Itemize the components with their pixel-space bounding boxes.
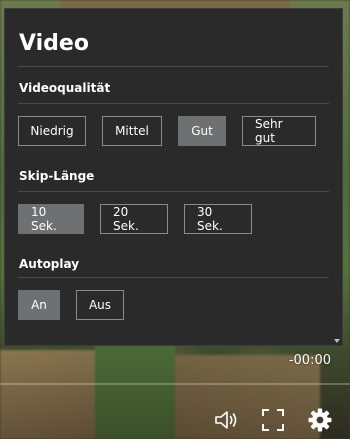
divider (18, 277, 329, 278)
settings-gear-icon-svg (308, 408, 332, 432)
video-frame-detail (95, 345, 175, 439)
time-remaining: -00:00 (288, 353, 331, 368)
section-title-videoqualitaet: Videoqualität (19, 81, 111, 95)
skip-option-30[interactable]: 30 Sek. (184, 204, 252, 234)
progress-bar[interactable] (0, 383, 350, 385)
divider (18, 103, 329, 104)
scroll-down-arrow-icon[interactable] (334, 339, 340, 343)
fullscreen-icon[interactable] (259, 406, 287, 434)
skip-option-10[interactable]: 10 Sek. (18, 204, 84, 234)
panel-title: Video (19, 31, 89, 56)
volume-icon-svg (215, 411, 237, 429)
skip-option-20[interactable]: 20 Sek. (100, 204, 168, 234)
fullscreen-icon-svg (262, 409, 284, 431)
autoplay-option-an[interactable]: An (18, 290, 60, 320)
autoplay-options: An Aus (18, 290, 124, 320)
settings-gear-icon[interactable] (306, 406, 334, 434)
video-frame-detail (0, 350, 95, 439)
video-settings-panel: Video Videoqualität Niedrig Mittel Gut S… (4, 8, 343, 346)
divider (18, 66, 329, 67)
section-title-autoplay: Autoplay (19, 257, 80, 271)
volume-icon[interactable] (212, 406, 240, 434)
quality-option-mittel[interactable]: Mittel (102, 116, 162, 146)
quality-options: Niedrig Mittel Gut Sehr gut (18, 116, 316, 146)
quality-option-gut[interactable]: Gut (178, 116, 226, 146)
quality-option-sehr-gut[interactable]: Sehr gut (242, 116, 316, 146)
skip-length-options: 10 Sek. 20 Sek. 30 Sek. (18, 204, 252, 234)
autoplay-option-aus[interactable]: Aus (76, 290, 124, 320)
quality-option-niedrig[interactable]: Niedrig (18, 116, 86, 146)
section-title-skip-laenge: Skip-Länge (19, 169, 95, 183)
divider (18, 191, 329, 192)
